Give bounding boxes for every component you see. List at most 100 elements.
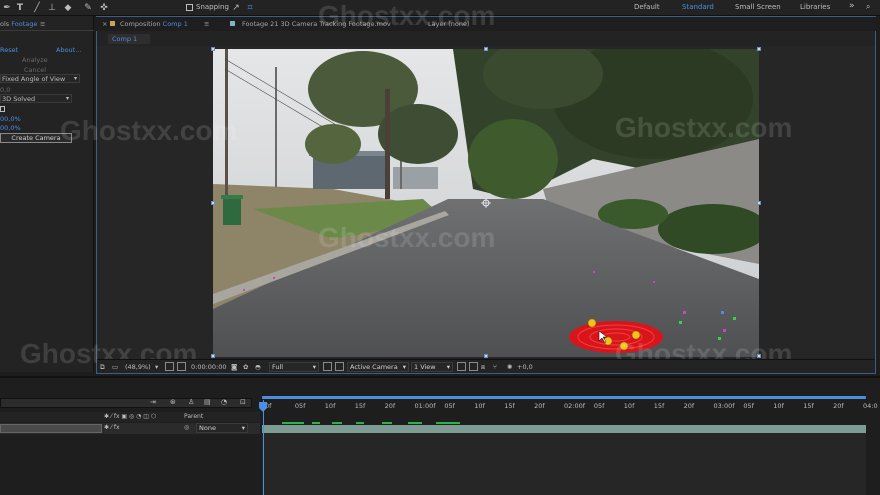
- zoom-select[interactable]: (48,9%): [125, 363, 151, 371]
- watermark: Ghostxx.com: [318, 222, 496, 253]
- resolution-select[interactable]: Full ▾: [269, 362, 319, 372]
- focal-value: 0,0: [0, 86, 11, 94]
- layer-handle[interactable]: [211, 354, 215, 358]
- pick-whip-icon[interactable]: ◎: [184, 424, 189, 431]
- panel-divider: [0, 30, 94, 31]
- time-ruler-tick: 04:0: [863, 402, 878, 410]
- graph-editor-icon[interactable]: ⊡: [240, 398, 246, 406]
- layer-handle[interactable]: [211, 47, 215, 51]
- timeline-toggle-icon[interactable]: ⧈: [481, 363, 485, 372]
- type-tool-icon[interactable]: T: [14, 2, 26, 14]
- time-ruler-tick: 05f: [444, 402, 455, 410]
- percent-value-1[interactable]: 00,0%: [0, 115, 21, 123]
- viewer-footer-bar: ⧉ ▭ (48,9%) ▾ 0:00:00:00 ◙ ✿ ◓ Full ▾ Act…: [97, 359, 875, 373]
- cache-bar: [356, 422, 364, 424]
- flowchart-icon[interactable]: ⑂: [493, 363, 497, 371]
- frame-blending-icon[interactable]: ▤: [204, 398, 211, 406]
- transparency-grid-icon[interactable]: [335, 362, 344, 371]
- puppet-pin-tool-icon[interactable]: ✜: [98, 2, 110, 14]
- search-help-icon[interactable]: ⌕: [866, 2, 870, 12]
- channels-icon[interactable]: ✿: [243, 363, 248, 371]
- percent-value-2[interactable]: 00,0%: [0, 124, 21, 132]
- analyze-button[interactable]: Analyze: [22, 56, 48, 64]
- cancel-button[interactable]: Cancel: [24, 66, 46, 74]
- workspace-default[interactable]: Default: [634, 3, 660, 11]
- workspace-small-screen[interactable]: Small Screen: [735, 3, 781, 11]
- workspace-overflow-icon[interactable]: »: [849, 1, 855, 11]
- eraser-tool-icon[interactable]: ◆: [62, 2, 74, 14]
- work-area-bar[interactable]: [262, 396, 866, 399]
- watermark: Ghostxx.com: [615, 112, 793, 143]
- reset-link[interactable]: Reset: [0, 46, 18, 54]
- pen-tool-icon[interactable]: ✒: [1, 2, 13, 14]
- watermark: Ghostxx.com: [318, 0, 496, 31]
- snapping-label: Snapping: [196, 3, 229, 11]
- shy-layers-icon[interactable]: ♙: [188, 398, 194, 406]
- parent-select[interactable]: None ▾: [196, 423, 248, 433]
- snapshot-icon[interactable]: ◙: [231, 363, 237, 371]
- mask-toggle-icon[interactable]: [177, 362, 186, 371]
- time-ruler-tick: 05f: [294, 402, 306, 410]
- parent-header: Parent: [184, 413, 204, 420]
- color-picker-icon[interactable]: ◓: [255, 363, 261, 371]
- layer-handle[interactable]: [757, 47, 761, 51]
- time-ruler-tick: 20f: [534, 402, 545, 410]
- always-preview-icon[interactable]: ⧉: [100, 363, 105, 372]
- lock-icon[interactable]: [110, 21, 115, 26]
- footage-icon: [230, 21, 235, 26]
- pixel-aspect-icon[interactable]: [457, 362, 466, 371]
- comp-mini-flowchart-icon[interactable]: ⇥: [150, 398, 156, 406]
- layer-handle[interactable]: [211, 201, 215, 205]
- brush-tool-icon[interactable]: ╱: [31, 2, 43, 14]
- fast-preview-icon[interactable]: [469, 362, 478, 371]
- timeline-search-input[interactable]: [0, 398, 252, 408]
- cache-bar: [436, 422, 460, 424]
- exposure-value[interactable]: +0,0: [517, 363, 533, 371]
- snapping-checkbox[interactable]: [186, 4, 193, 11]
- time-ruler-tick: 20f: [833, 402, 844, 410]
- panel-menu-icon[interactable]: ≡: [40, 20, 45, 28]
- workspace-standard[interactable]: Standard: [682, 3, 714, 11]
- grid-toggle-icon[interactable]: [165, 362, 174, 371]
- time-ruler-tick: 10f: [324, 402, 336, 410]
- solve-method-select[interactable]: 3D Solved ▾: [0, 94, 72, 103]
- roto-brush-tool-icon[interactable]: ✎: [82, 2, 94, 14]
- workspace-libraries[interactable]: Libraries: [800, 3, 830, 11]
- watermark: Ghostxx.com: [60, 115, 238, 146]
- time-ruler-tick: 15f: [653, 402, 665, 410]
- time-ruler-tick: 03:00f: [713, 402, 735, 410]
- time-ruler-tick: 10f: [773, 402, 784, 410]
- layer-handle[interactable]: [757, 201, 761, 205]
- time-ruler-tick: 01:00f: [414, 402, 436, 410]
- tab-composition[interactable]: Composition Comp 1: [120, 20, 188, 28]
- display-icon[interactable]: ▭: [112, 363, 118, 371]
- motion-blur-icon[interactable]: ◔: [221, 398, 227, 406]
- time-ruler-tick: 02:00f: [564, 402, 586, 410]
- tab-menu-icon[interactable]: ≡: [204, 20, 209, 28]
- timecode-display[interactable]: 0:00:00:00: [191, 363, 227, 371]
- close-tab-icon[interactable]: ×: [102, 20, 107, 28]
- footage-frame[interactable]: [213, 49, 759, 357]
- zoom-dropdown-icon[interactable]: ▾: [155, 363, 158, 371]
- layer-name-field[interactable]: [0, 424, 102, 433]
- option-checkbox[interactable]: [0, 106, 5, 112]
- layer-switches[interactable]: ✱ ⁄ fx: [104, 424, 120, 431]
- about-link[interactable]: About...: [56, 46, 81, 54]
- switches-icons: ✱ ⁄ fx ▣ ◎ ◔ ◫ ⬡: [104, 413, 157, 420]
- shot-type-select[interactable]: Fixed Angle of View ▾: [0, 74, 80, 83]
- comp-breadcrumb[interactable]: Comp 1: [108, 34, 150, 44]
- layer-duration-bar[interactable]: [262, 425, 866, 433]
- snap-options-icon[interactable]: ↗: [230, 2, 242, 14]
- layer-handle[interactable]: [484, 354, 488, 358]
- region-of-interest-icon[interactable]: [323, 362, 332, 371]
- exposure-reset-icon[interactable]: ✺: [507, 363, 512, 371]
- view-layout-select[interactable]: 1 View ▾: [411, 362, 453, 372]
- layer-handle[interactable]: [484, 47, 488, 51]
- time-ruler-tick: 15f: [354, 402, 366, 410]
- camera-view-select[interactable]: Active Camera ▾: [347, 362, 409, 372]
- clone-stamp-tool-icon[interactable]: ⊥: [46, 2, 58, 14]
- draft-3d-icon[interactable]: ⊛: [170, 398, 176, 406]
- snap-target-icon[interactable]: ⌗: [244, 2, 256, 14]
- time-ruler-tick: 05f: [743, 402, 754, 410]
- current-time-indicator[interactable]: [263, 400, 264, 495]
